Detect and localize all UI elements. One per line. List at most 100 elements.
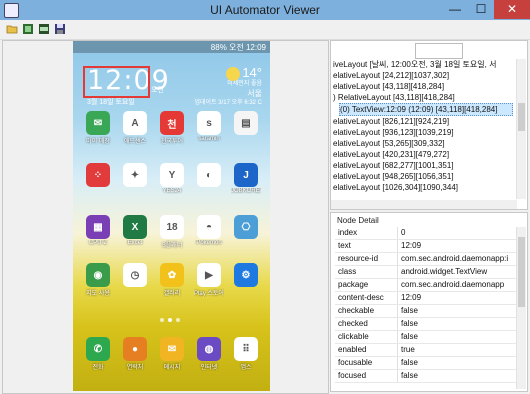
app-label: CPU-Z — [88, 240, 108, 246]
app-icon-19[interactable]: ⚙ — [231, 263, 261, 288]
app-icon-8[interactable]: ◐ — [194, 163, 224, 188]
app-icon-24[interactable]: ⠿ 앱스 — [231, 337, 261, 371]
property-value: 12:09 — [401, 293, 422, 302]
detail-vertical-scrollbar[interactable] — [516, 227, 526, 389]
app-glyph: 18 — [160, 215, 184, 239]
weather-widget[interactable]: 14° 미세먼지 좋음 서울 업데이트 3/17 오후 6:32 C — [195, 65, 262, 107]
close-button[interactable]: ✕ — [494, 0, 530, 19]
tree-node[interactable]: elativeLayout [682,277][1001,351] — [333, 160, 513, 171]
node-detail-title: Node Detail — [337, 216, 379, 225]
tree-horizontal-scrollbar[interactable] — [331, 200, 517, 209]
app-glyph: J — [234, 163, 258, 187]
app-icon-13[interactable]: ◓ Pokemon — [194, 215, 224, 246]
screenshot-pane: 88% 오전 12:09 12:09 오전 3월 18일 토요일 14° 미세먼… — [2, 40, 329, 394]
app-glyph: ✆ — [86, 337, 110, 361]
app-icon-12[interactable]: 18 S플래너 — [157, 215, 187, 249]
app-glyph: A — [123, 111, 147, 135]
app-glyph: ⁘ — [86, 163, 110, 187]
tree-node[interactable]: elativeLayout [24,212][1037,302] — [333, 70, 513, 81]
property-row[interactable]: focusable false — [335, 357, 517, 370]
tree-node[interactable]: ) RelativeLayout [43,118][418,284] — [333, 92, 513, 103]
app-icon-16[interactable]: ◷ — [120, 263, 150, 288]
app-glyph: ✦ — [123, 163, 147, 187]
app-icon-3[interactable]: s saramin — [194, 111, 224, 142]
app-icon-22[interactable]: ✉ 메시지 — [157, 337, 187, 371]
tree-node[interactable]: elativeLayout [948,265][1056,351] — [333, 171, 513, 182]
app-icon-11[interactable]: X Excel — [120, 215, 150, 246]
tree-node[interactable]: iveLayout [날씨, 12:00오전, 3월 18일 토요일, 서 — [333, 59, 513, 70]
property-value: com.sec.android.daemonapp — [401, 280, 505, 289]
property-row[interactable]: checked false — [335, 318, 517, 331]
tree-node[interactable]: elativeLayout [1026,304][1090,344] — [333, 182, 513, 193]
app-glyph: ⎔ — [234, 215, 258, 239]
tree-node[interactable]: elativeLayout [53,265][309,332] — [333, 138, 513, 149]
tree-node[interactable]: elativeLayout [826,121][924,219] — [333, 116, 513, 127]
app-icon-18[interactable]: ▶ Play 스토어 — [194, 263, 224, 297]
toolbar — [0, 20, 530, 40]
tree-node[interactable]: elativeLayout [420,231][479,272] — [333, 149, 513, 160]
property-row[interactable]: focused false — [335, 370, 517, 383]
app-icon-2[interactable]: 천 천국투어 — [157, 111, 187, 145]
app-label: Excel — [127, 240, 143, 246]
property-row[interactable]: class android.widget.TextView — [335, 266, 517, 279]
app-icon-17[interactable]: ✿ 갤러리 — [157, 263, 187, 297]
property-row[interactable]: text 12:09 — [335, 240, 517, 253]
property-row[interactable]: clickable false — [335, 331, 517, 344]
app-icon-1[interactable]: A 애드센스 — [120, 111, 150, 145]
date-text: 3월 18일 토요일 — [87, 99, 135, 106]
device-screenshot[interactable]: 88% 오전 12:09 12:09 오전 3월 18일 토요일 14° 미세먼… — [73, 41, 270, 391]
property-value: false — [401, 371, 418, 380]
app-icon-14[interactable]: ⎔ — [231, 215, 261, 240]
screenshot-icon[interactable] — [22, 23, 34, 35]
property-row[interactable]: enabled true — [335, 344, 517, 357]
app-icon-21[interactable]: ● 연락처 — [120, 337, 150, 371]
property-value: false — [401, 332, 418, 341]
app-glyph: ▤ — [234, 111, 258, 135]
property-row[interactable]: content-desc 12:09 — [335, 292, 517, 305]
app-glyph: ✿ — [160, 263, 184, 287]
app-label: YES24 — [162, 188, 182, 194]
app-icon-9[interactable]: J JOBKOREA — [231, 163, 261, 194]
app-glyph: ◓ — [197, 215, 221, 239]
tree-node[interactable]: elativeLayout [936,123][1039,219] — [333, 127, 513, 138]
app-icon-4[interactable]: ▤ — [231, 111, 261, 136]
app-label: 메시지 — [163, 365, 181, 371]
app-glyph: ◷ — [123, 263, 147, 287]
property-key: index — [338, 228, 358, 237]
tree-node[interactable]: elativeLayout [43,118][418,284] — [333, 81, 513, 92]
property-row[interactable]: checkable false — [335, 305, 517, 318]
app-glyph: ◉ — [86, 263, 110, 287]
app-label: 천국투어 — [160, 139, 184, 145]
compressed-screenshot-icon[interactable] — [38, 23, 50, 35]
app-glyph: ✉ — [86, 111, 110, 135]
app-icon-7[interactable]: Y YES24 — [157, 163, 187, 194]
app-icon-20[interactable]: ✆ 전화 — [83, 337, 113, 371]
tree-vertical-scrollbar[interactable] — [516, 59, 526, 199]
save-icon[interactable] — [54, 23, 66, 35]
app-icon-10[interactable]: ▦ CPU-Z — [83, 215, 113, 246]
app-icon-15[interactable]: ◉ 지도 사용 — [83, 263, 113, 297]
title-bar: UI Automator Viewer — ☐ ✕ — [0, 0, 530, 20]
property-row[interactable]: package com.sec.android.daemonapp — [335, 279, 517, 292]
app-icon-0[interactable]: ✉ 마이 매장 — [83, 111, 113, 145]
tree-node-selected[interactable]: (0) TextView:12:09 (12:09) [43,118][418,… — [339, 103, 513, 116]
property-key: text — [338, 241, 351, 250]
app-icon-6[interactable]: ✦ — [120, 163, 150, 188]
property-value: 12:09 — [401, 241, 422, 250]
property-value: false — [401, 306, 418, 315]
app-glyph: ⠿ — [234, 337, 258, 361]
app-glyph: ✉ — [160, 337, 184, 361]
minimize-button[interactable]: — — [442, 0, 468, 19]
app-label: Pokemon — [196, 240, 222, 246]
property-row[interactable]: index 0 — [335, 227, 517, 240]
app-icon-23[interactable]: ◍ 인터넷 — [194, 337, 224, 371]
app-icon-5[interactable]: ⁘ — [83, 163, 113, 188]
app-glyph: ⚙ — [234, 263, 258, 287]
maximize-button[interactable]: ☐ — [468, 0, 494, 19]
node-detail-table: index 0 text 12:09 resource-id com.sec.androi… — [335, 227, 517, 383]
open-icon[interactable] — [6, 23, 18, 35]
app-label: S플래너 — [161, 243, 183, 249]
property-row[interactable]: resource-id com.sec.android.daemonapp:i — [335, 253, 517, 266]
app-label: JOBKOREA — [231, 188, 261, 194]
tree-filter-box[interactable] — [415, 43, 463, 59]
